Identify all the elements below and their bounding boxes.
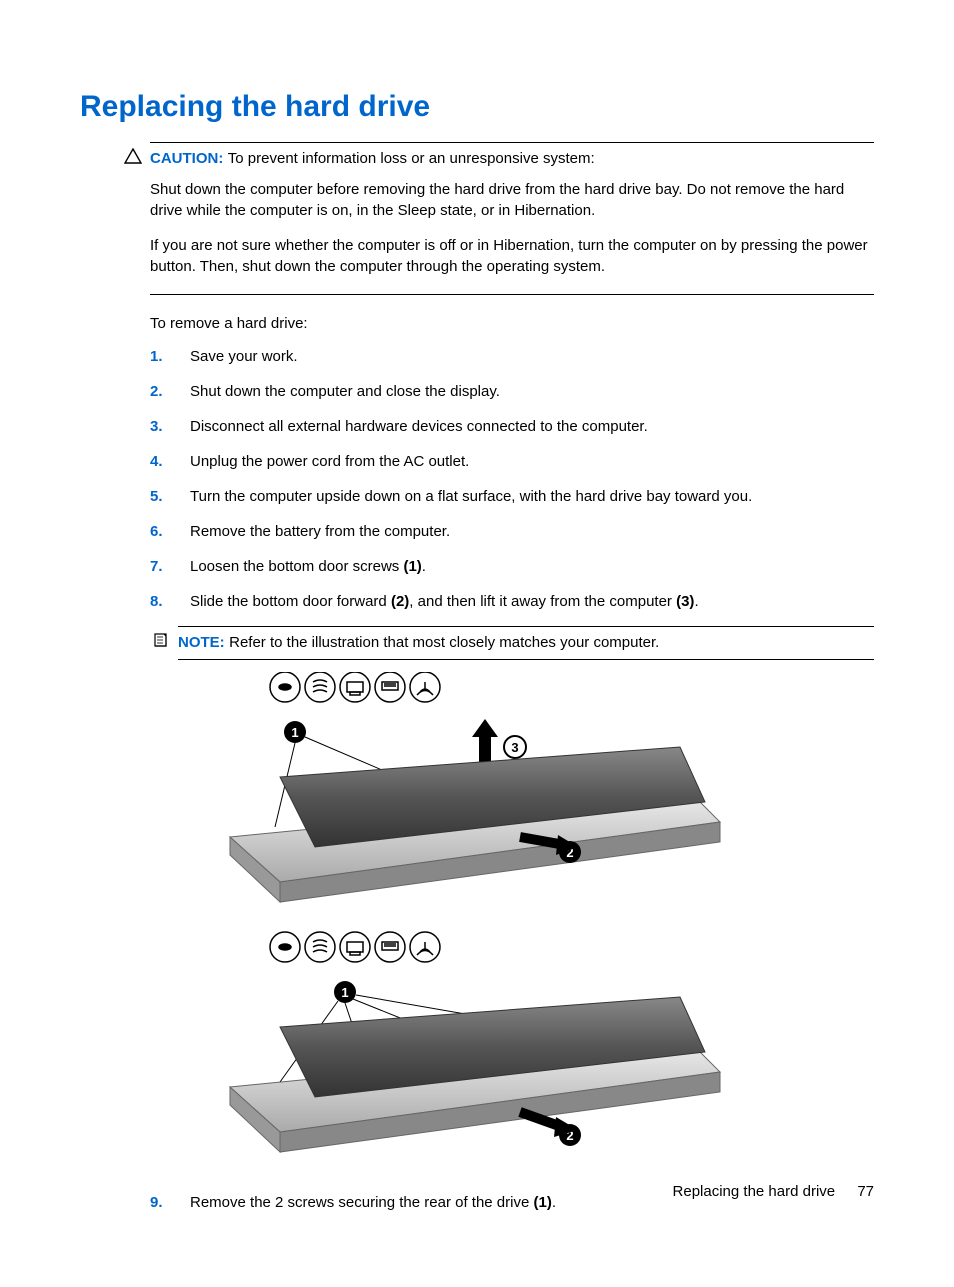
page-heading: Replacing the hard drive <box>80 90 874 124</box>
svg-text:3: 3 <box>511 740 518 755</box>
footer-section: Replacing the hard drive <box>673 1183 836 1200</box>
note-label: NOTE: <box>178 634 225 651</box>
svg-text:1: 1 <box>291 725 298 740</box>
step-4: 4.Unplug the power cord from the AC outl… <box>150 451 874 472</box>
page-number: 77 <box>857 1183 874 1200</box>
svg-text:1: 1 <box>341 985 348 1000</box>
caution-para-1: Shut down the computer before removing t… <box>150 179 874 221</box>
caution-para-2: If you are not sure whether the computer… <box>150 235 874 277</box>
step-5: 5.Turn the computer upside down on a fla… <box>150 486 874 507</box>
step-7: 7.Loosen the bottom door screws (1). <box>150 556 874 577</box>
note-callout: NOTE: Refer to the illustration that mos… <box>178 626 874 660</box>
step-6: 6.Remove the battery from the computer. <box>150 521 874 542</box>
document-page: Replacing the hard drive CAUTION: To pre… <box>0 0 954 1287</box>
caution-icon <box>124 148 142 164</box>
step-1: 1.Save your work. <box>150 346 874 367</box>
step-2: 2.Shut down the computer and close the d… <box>150 381 874 402</box>
laptop-diagram-icon: 1 3 <box>210 672 730 1172</box>
note-text: Refer to the illustration that most clos… <box>229 634 659 651</box>
page-footer: Replacing the hard drive 77 <box>673 1183 874 1200</box>
illustration: 1 3 <box>210 672 874 1172</box>
caution-label: CAUTION: <box>150 150 223 167</box>
steps-list: 1.Save your work. 2.Shut down the comput… <box>150 346 874 612</box>
caution-lead: To prevent information loss or an unresp… <box>228 150 595 167</box>
step-3: 3.Disconnect all external hardware devic… <box>150 416 874 437</box>
step-8: 8.Slide the bottom door forward (2), and… <box>150 591 874 612</box>
steps-intro: To remove a hard drive: <box>150 315 874 332</box>
note-icon <box>152 632 170 648</box>
caution-callout: CAUTION: To prevent information loss or … <box>150 142 874 295</box>
